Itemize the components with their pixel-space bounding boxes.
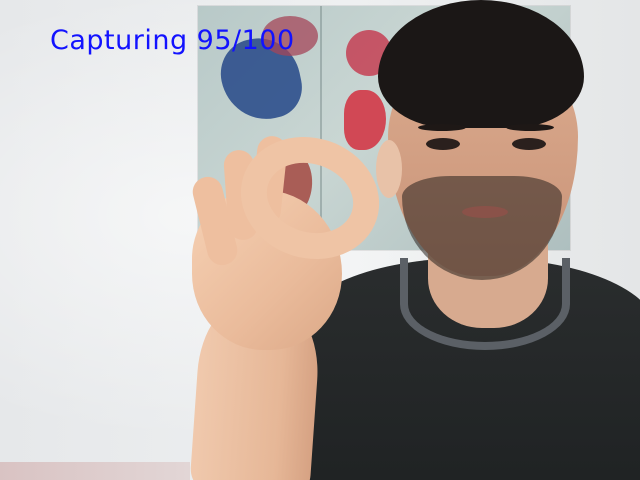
right-eye (512, 138, 546, 150)
right-eyebrow (506, 124, 554, 131)
floor-strip (0, 462, 190, 480)
left-eyebrow (418, 124, 466, 131)
person-ear (376, 140, 402, 198)
capture-progress-label: Capturing 95/100 (50, 25, 295, 56)
left-eye (426, 138, 460, 150)
person-mouth (462, 206, 508, 218)
camera-frame: Capturing 95/100 (0, 0, 640, 480)
